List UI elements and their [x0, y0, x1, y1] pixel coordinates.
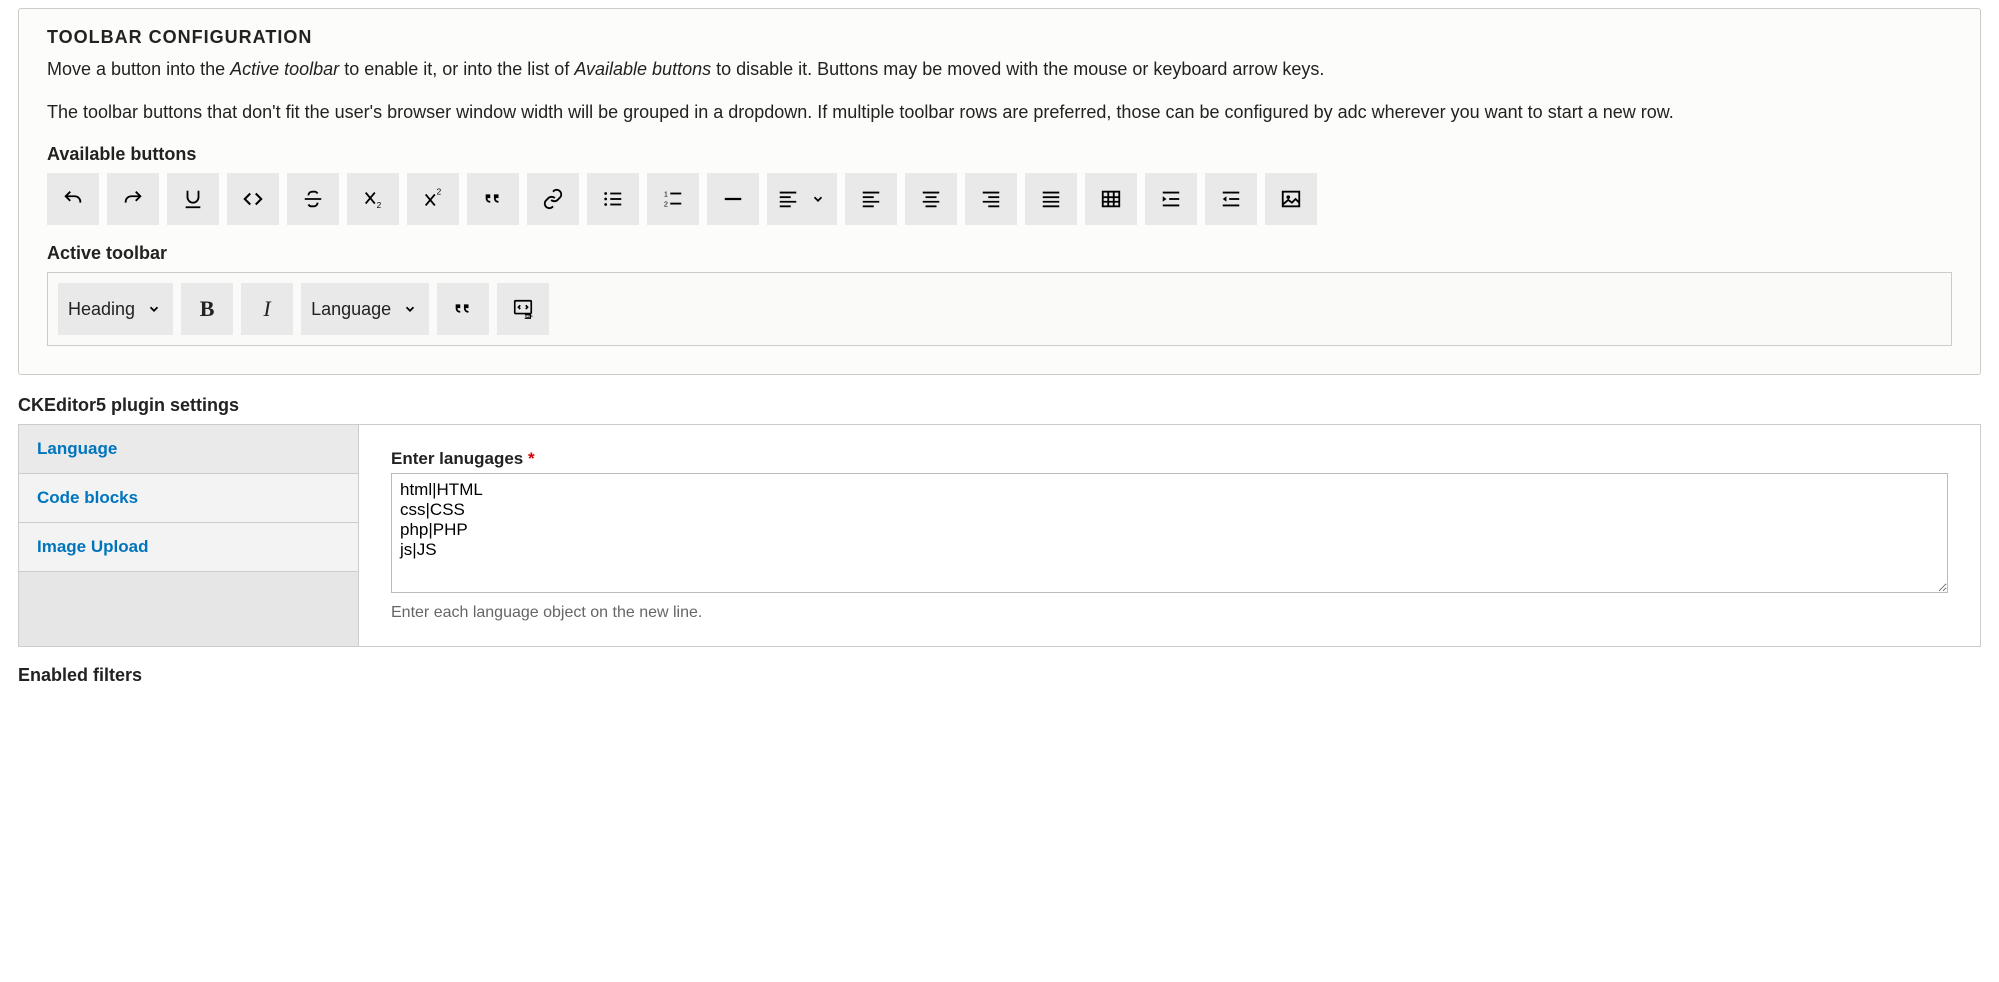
plugin-settings-title: CKEditor5 plugin settings	[18, 395, 1981, 416]
blockquote-button[interactable]	[467, 173, 519, 225]
italic-button[interactable]: I	[241, 283, 293, 335]
required-asterisk: *	[528, 449, 535, 468]
blockquote-active-button[interactable]	[437, 283, 489, 335]
align-center-button[interactable]	[905, 173, 957, 225]
subscript-button[interactable]: 2	[347, 173, 399, 225]
tab-imageupload[interactable]: Image Upload	[19, 523, 358, 572]
bullet-list-button[interactable]	[587, 173, 639, 225]
language-label: Language	[311, 299, 391, 320]
image-button[interactable]	[1265, 173, 1317, 225]
description-1: Move a button into the Active toolbar to…	[47, 56, 1952, 83]
chevron-down-icon	[811, 192, 825, 206]
subscript-icon: 2	[362, 188, 384, 210]
svg-text:2: 2	[664, 199, 668, 208]
redo-icon	[122, 188, 144, 210]
languages-field-label: Enter lanugages *	[391, 449, 1948, 469]
link-button[interactable]	[527, 173, 579, 225]
heading-dropdown-button[interactable]: Heading	[58, 283, 173, 335]
description-2: The toolbar buttons that don't fit the u…	[47, 99, 1952, 126]
languages-textarea[interactable]	[391, 473, 1948, 593]
table-icon	[1100, 188, 1122, 210]
desc1-pre: Move a button into the	[47, 59, 230, 79]
redo-button[interactable]	[107, 173, 159, 225]
undo-icon	[62, 188, 84, 210]
tab-language[interactable]: Language	[19, 425, 358, 474]
svg-text:2: 2	[437, 188, 442, 196]
blockquote-icon	[452, 298, 474, 320]
align-left-icon	[860, 188, 882, 210]
strikethrough-button[interactable]	[287, 173, 339, 225]
desc1-mid: to enable it, or into the list of	[339, 59, 574, 79]
table-button[interactable]	[1085, 173, 1137, 225]
available-toolbar: 2 2 12	[47, 173, 1952, 225]
numbered-list-icon: 12	[662, 188, 684, 210]
bullet-list-icon	[602, 188, 624, 210]
image-icon	[1280, 188, 1302, 210]
link-icon	[542, 188, 564, 210]
bold-button[interactable]: B	[181, 283, 233, 335]
blockquote-icon	[482, 188, 504, 210]
align-justify-icon	[1040, 188, 1062, 210]
codeblock-icon: </>	[512, 298, 534, 320]
chevron-down-icon	[403, 302, 417, 316]
bold-icon: B	[200, 296, 215, 322]
languages-help-text: Enter each language object on the new li…	[391, 604, 1948, 622]
active-label: Active toolbar	[47, 243, 1952, 264]
panel-title: TOOLBAR CONFIGURATION	[47, 27, 1952, 48]
italic-icon: I	[263, 296, 270, 322]
language-dropdown-button[interactable]: Language	[301, 283, 429, 335]
toolbar-config-panel: TOOLBAR CONFIGURATION Move a button into…	[18, 8, 1981, 375]
horizontal-line-icon	[722, 188, 744, 210]
align-right-icon	[980, 188, 1002, 210]
numbered-list-button[interactable]: 12	[647, 173, 699, 225]
enabled-filters-heading: Enabled filters	[18, 665, 1981, 686]
languages-label-text: Enter lanugages	[391, 449, 523, 468]
plugin-tabs-wrapper: Language Code blocks Image Upload Enter …	[18, 424, 1981, 647]
active-toolbar-container: Heading B I Language </>	[47, 272, 1952, 346]
align-left-icon	[777, 188, 799, 210]
codeblock-button[interactable]: </>	[497, 283, 549, 335]
svg-text:</>: </>	[525, 314, 533, 320]
svg-text:1: 1	[664, 189, 668, 198]
tab-panel-language: Enter lanugages * Enter each language ob…	[359, 425, 1980, 646]
indent-button[interactable]	[1145, 173, 1197, 225]
code-button[interactable]	[227, 173, 279, 225]
align-right-button[interactable]	[965, 173, 1017, 225]
available-label: Available buttons	[47, 144, 1952, 165]
align-left-button[interactable]	[845, 173, 897, 225]
superscript-button[interactable]: 2	[407, 173, 459, 225]
desc1-em2: Available buttons	[574, 59, 711, 79]
chevron-down-icon	[147, 302, 161, 316]
active-toolbar: Heading B I Language </>	[58, 283, 1941, 335]
underline-icon	[182, 188, 204, 210]
tab-codeblocks[interactable]: Code blocks	[19, 474, 358, 523]
horizontal-line-button[interactable]	[707, 173, 759, 225]
svg-text:2: 2	[377, 201, 382, 210]
align-center-icon	[920, 188, 942, 210]
strikethrough-icon	[302, 188, 324, 210]
outdent-button[interactable]	[1205, 173, 1257, 225]
outdent-icon	[1220, 188, 1242, 210]
underline-button[interactable]	[167, 173, 219, 225]
desc1-post: to disable it. Buttons may be moved with…	[711, 59, 1324, 79]
heading-label: Heading	[68, 299, 135, 320]
align-justify-button[interactable]	[1025, 173, 1077, 225]
alignment-dropdown-button[interactable]	[767, 173, 837, 225]
superscript-icon: 2	[422, 188, 444, 210]
code-icon	[242, 188, 264, 210]
desc1-em1: Active toolbar	[230, 59, 339, 79]
undo-button[interactable]	[47, 173, 99, 225]
indent-icon	[1160, 188, 1182, 210]
vertical-tabs: Language Code blocks Image Upload	[19, 425, 359, 646]
